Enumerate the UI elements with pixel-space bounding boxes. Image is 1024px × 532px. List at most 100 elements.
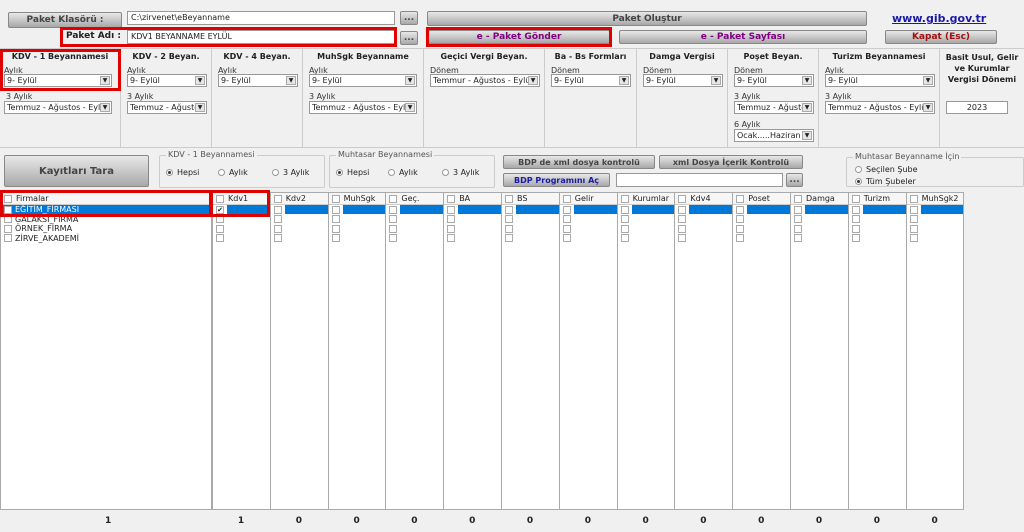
checkbox-icon[interactable] xyxy=(794,224,802,233)
column-header[interactable]: Kdv4 xyxy=(675,193,733,205)
checkbox-icon[interactable] xyxy=(851,215,860,224)
column-cell[interactable] xyxy=(733,205,790,215)
column-cell[interactable] xyxy=(849,205,906,215)
damga-donem-select[interactable]: 9- Eylül ▼ xyxy=(643,74,723,87)
bdp-path-input[interactable] xyxy=(616,173,783,187)
column-cell[interactable] xyxy=(907,234,964,244)
checkbox-icon[interactable] xyxy=(794,205,802,214)
checkbox-icon[interactable] xyxy=(389,224,398,233)
xml-icerik-kontrol-button[interactable]: xml Dosya İçerik Kontrolü xyxy=(659,155,803,169)
kayitlari-tara-button[interactable]: Kayıtları Tara xyxy=(4,155,149,187)
checkbox-icon[interactable] xyxy=(331,215,340,224)
checkbox-icon[interactable] xyxy=(562,234,571,243)
column-cell[interactable] xyxy=(618,224,675,234)
kdv1-aylik-radio[interactable]: Aylık xyxy=(218,168,248,177)
checkbox-icon[interactable] xyxy=(736,215,745,224)
paket-klasoru-browse-button[interactable]: ... xyxy=(400,11,418,25)
muhtasar-aylik-radio[interactable]: Aylık xyxy=(388,168,418,177)
kdv1-hepsi-radio[interactable]: Hepsi xyxy=(166,168,199,177)
checkbox-icon[interactable] xyxy=(620,224,629,233)
checkbox-icon[interactable] xyxy=(562,205,571,214)
checkbox-icon[interactable] xyxy=(447,224,456,233)
paket-adi-browse-button[interactable]: ... xyxy=(400,31,418,45)
kdv1-3aylik-select[interactable]: Temmuz - Ağustos - Eylül ▼ xyxy=(4,101,112,114)
checkbox-icon[interactable] xyxy=(678,234,687,243)
paket-klasoru-input[interactable]: C:\zirvenet\eBeyanname xyxy=(127,11,395,25)
column-cell[interactable] xyxy=(386,215,443,225)
checkbox-icon[interactable] xyxy=(736,234,745,243)
column-cell[interactable] xyxy=(502,224,559,234)
column-cell[interactable] xyxy=(386,234,443,244)
checkbox-icon[interactable] xyxy=(216,234,224,243)
checkbox-icon[interactable] xyxy=(736,205,745,214)
poset-3aylik-select[interactable]: Temmuz - Ağustos ▼ xyxy=(734,101,814,114)
column-cell[interactable] xyxy=(444,234,501,244)
column-cell[interactable] xyxy=(618,234,675,244)
column-cell[interactable] xyxy=(791,224,848,234)
column-header[interactable]: MuhSgk xyxy=(328,193,386,205)
kapat-button[interactable]: Kapat (Esc) xyxy=(885,30,997,44)
column-cell[interactable] xyxy=(560,234,617,244)
checkbox-icon[interactable] xyxy=(389,205,398,214)
column-cell[interactable] xyxy=(444,205,501,215)
column-cell[interactable] xyxy=(271,224,328,234)
column-cell[interactable] xyxy=(444,224,501,234)
gecici-donem-select[interactable]: Temmur - Ağustos - Eylül ▼ xyxy=(430,74,540,87)
firm-row[interactable]: ZİRVE_AKADEMİ xyxy=(1,234,211,244)
column-cell[interactable] xyxy=(733,224,790,234)
secilen-sube-radio[interactable]: Seçilen Şube xyxy=(855,165,918,174)
checkbox-icon[interactable] xyxy=(216,224,224,233)
column-cell[interactable] xyxy=(271,215,328,225)
checkbox-icon[interactable] xyxy=(273,234,282,243)
muhtasar-hepsi-radio[interactable]: Hepsi xyxy=(336,168,369,177)
checkbox-icon[interactable] xyxy=(678,205,687,214)
checkbox-icon[interactable] xyxy=(4,224,12,233)
checkbox-icon[interactable] xyxy=(273,224,282,233)
column-cell[interactable] xyxy=(502,205,559,215)
column-cell[interactable] xyxy=(271,205,328,215)
checkbox-icon[interactable] xyxy=(909,224,918,233)
column-cell[interactable] xyxy=(213,234,270,244)
muhtasar-3aylik-radio[interactable]: 3 Aylık xyxy=(442,168,479,177)
checkbox-icon[interactable] xyxy=(331,234,340,243)
checkbox-icon[interactable] xyxy=(273,205,282,214)
checkbox-icon[interactable] xyxy=(389,215,398,224)
firm-row[interactable]: ÖRNEK_FİRMA xyxy=(1,224,211,234)
column-cell[interactable] xyxy=(907,224,964,234)
checkbox-icon[interactable] xyxy=(505,205,513,214)
column-cell[interactable] xyxy=(733,234,790,244)
tum-subeler-radio[interactable]: Tüm Şubeler xyxy=(855,177,916,186)
basit-yil-input[interactable]: 2023 xyxy=(946,101,1008,114)
gib-link[interactable]: www.gib.gov.tr xyxy=(892,12,986,25)
column-cell[interactable] xyxy=(560,224,617,234)
checkbox-icon[interactable] xyxy=(4,234,12,243)
column-cell[interactable] xyxy=(791,234,848,244)
checkbox-icon[interactable] xyxy=(909,215,918,224)
checkbox-icon[interactable] xyxy=(273,215,282,224)
column-header[interactable]: Kdv2 xyxy=(270,193,328,205)
column-cell[interactable] xyxy=(675,224,732,234)
column-cell[interactable] xyxy=(907,215,964,225)
checkbox-icon[interactable] xyxy=(678,224,687,233)
column-cell[interactable] xyxy=(907,205,964,215)
column-cell[interactable] xyxy=(502,215,559,225)
bdp-xml-kontrol-button[interactable]: BDP de xml dosya kontrolü xyxy=(503,155,655,169)
column-header[interactable]: BA xyxy=(444,193,501,205)
column-cell[interactable] xyxy=(675,234,732,244)
column-cell[interactable] xyxy=(849,224,906,234)
column-header[interactable]: Poset xyxy=(733,193,790,205)
checkbox-icon[interactable] xyxy=(909,234,918,243)
column-cell[interactable] xyxy=(213,224,270,234)
kdv2-3aylik-select[interactable]: Temmuz - Ağustos ▼ xyxy=(127,101,207,114)
checkbox-icon[interactable] xyxy=(851,234,860,243)
checkbox-icon[interactable] xyxy=(389,234,398,243)
muhsgk-aylik-select[interactable]: 9- Eylül ▼ xyxy=(309,74,417,87)
checkbox-icon[interactable] xyxy=(331,224,340,233)
column-cell[interactable] xyxy=(675,215,732,225)
column-cell[interactable] xyxy=(444,215,501,225)
column-cell[interactable] xyxy=(386,224,443,234)
checkbox-icon[interactable] xyxy=(562,224,571,233)
column-cell[interactable] xyxy=(329,234,386,244)
checkbox-icon[interactable] xyxy=(851,205,860,214)
column-cell[interactable] xyxy=(502,234,559,244)
